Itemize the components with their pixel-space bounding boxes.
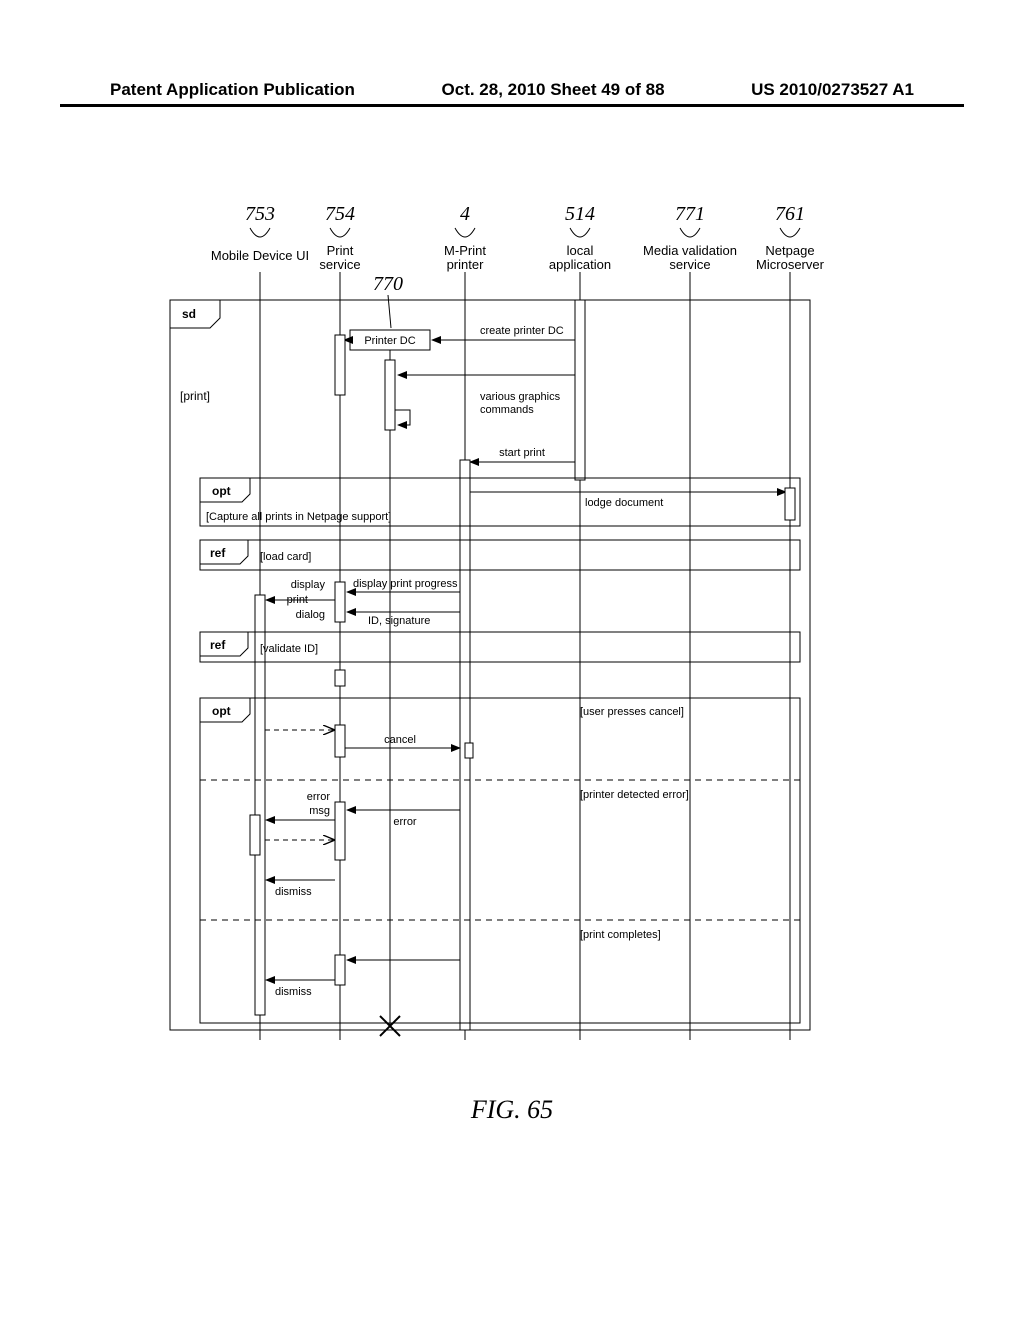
svg-text:display: display bbox=[291, 579, 326, 591]
sd-guard: [print] bbox=[180, 389, 210, 403]
sequence-diagram: 753 754 4 514 771 761 Mobile Device UI P… bbox=[130, 200, 890, 1065]
svg-text:514: 514 bbox=[565, 203, 595, 225]
page-header: Patent Application Publication Oct. 28, … bbox=[110, 80, 914, 100]
ref-numbers: 753 754 4 514 771 761 bbox=[245, 203, 805, 237]
svg-text:753: 753 bbox=[245, 203, 275, 225]
svg-text:Netpage: Netpage bbox=[765, 243, 814, 258]
svg-text:[validate ID]: [validate ID] bbox=[260, 643, 318, 655]
svg-text:start print: start print bbox=[499, 447, 545, 459]
svg-text:opt: opt bbox=[212, 704, 231, 718]
svg-text:ref: ref bbox=[210, 546, 226, 560]
svg-text:print: print bbox=[287, 594, 308, 606]
svg-text:Mobile Device UI: Mobile Device UI bbox=[211, 248, 309, 263]
svg-text:754: 754 bbox=[325, 203, 355, 225]
svg-text:error: error bbox=[307, 791, 331, 803]
svg-text:application: application bbox=[549, 257, 611, 272]
svg-text:create printer DC: create printer DC bbox=[480, 325, 564, 337]
header-center: Oct. 28, 2010 Sheet 49 of 88 bbox=[442, 80, 665, 100]
svg-text:display print progress: display print progress bbox=[353, 578, 458, 590]
participant-labels: Mobile Device UI Print service M-Print p… bbox=[211, 243, 825, 272]
svg-text:local: local bbox=[567, 243, 594, 258]
header-rule bbox=[60, 104, 964, 107]
svg-text:ID, signature: ID, signature bbox=[368, 615, 430, 627]
svg-text:opt: opt bbox=[212, 484, 231, 498]
svg-text:lodge document: lodge document bbox=[585, 497, 663, 509]
svg-text:commands: commands bbox=[480, 404, 534, 416]
svg-text:printer: printer bbox=[447, 257, 485, 272]
svg-text:Microserver: Microserver bbox=[756, 257, 825, 272]
svg-text:[load card]: [load card] bbox=[260, 551, 311, 563]
svg-text:dialog: dialog bbox=[296, 609, 325, 621]
svg-text:sd: sd bbox=[182, 307, 196, 321]
svg-text:[user presses cancel]: [user presses cancel] bbox=[580, 706, 684, 718]
svg-text:M-Print: M-Print bbox=[444, 243, 486, 258]
ref-770: 770 bbox=[373, 273, 403, 295]
svg-text:various graphics: various graphics bbox=[480, 391, 561, 403]
svg-text:error: error bbox=[393, 816, 417, 828]
header-right: US 2010/0273527 A1 bbox=[751, 80, 914, 100]
svg-text:dismiss: dismiss bbox=[275, 886, 312, 898]
svg-text:Media validation: Media validation bbox=[643, 243, 737, 258]
svg-text:service: service bbox=[669, 257, 710, 272]
figure-caption: FIG. 65 bbox=[0, 1095, 1024, 1125]
opt-frame-outcome bbox=[200, 698, 800, 1023]
svg-text:[print completes]: [print completes] bbox=[580, 929, 661, 941]
svg-text:[printer detected error]: [printer detected error] bbox=[580, 789, 689, 801]
svg-text:4: 4 bbox=[460, 203, 470, 225]
svg-text:service: service bbox=[319, 257, 360, 272]
activation-local-app bbox=[575, 300, 585, 480]
header-left: Patent Application Publication bbox=[110, 80, 355, 100]
activation-ui bbox=[255, 595, 265, 1015]
svg-text:Printer DC: Printer DC bbox=[364, 335, 415, 347]
svg-text:msg: msg bbox=[309, 805, 330, 817]
svg-text:Print: Print bbox=[327, 243, 354, 258]
svg-text:761: 761 bbox=[775, 203, 805, 225]
svg-text:ref: ref bbox=[210, 638, 226, 652]
sd-tab: sd bbox=[170, 300, 220, 328]
svg-text:cancel: cancel bbox=[384, 734, 416, 746]
svg-text:dismiss: dismiss bbox=[275, 986, 312, 998]
svg-text:[Capture all prints in Netpage: [Capture all prints in Netpage support] bbox=[206, 511, 391, 523]
svg-text:771: 771 bbox=[675, 203, 705, 225]
